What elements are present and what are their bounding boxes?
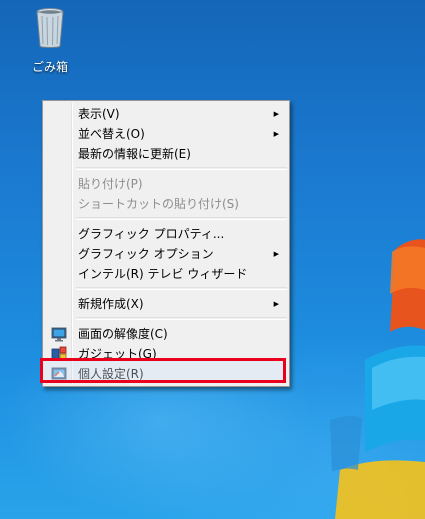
- menu-separator: [76, 217, 287, 220]
- menu-item-label: グラフィック プロパティ...: [78, 227, 225, 241]
- menu-separator: [76, 287, 287, 290]
- menu-item-label: 最新の情報に更新(E): [78, 147, 191, 161]
- menu-item-graphics-properties[interactable]: グラフィック プロパティ...: [45, 224, 287, 244]
- submenu-arrow-icon: ▶: [273, 130, 279, 138]
- menu-item-label: 並べ替え(O): [78, 127, 145, 141]
- display-resolution-icon: [51, 327, 67, 342]
- menu-item-sort-by[interactable]: 並べ替え(O) ▶: [45, 124, 287, 144]
- menu-item-graphics-options[interactable]: グラフィック オプション ▶: [45, 244, 287, 264]
- recycle-bin-shortcut[interactable]: ごみ箱: [20, 6, 80, 75]
- menu-item-new[interactable]: 新規作成(X) ▶: [45, 294, 287, 314]
- menu-item-label: 表示(V): [78, 107, 120, 121]
- highlight-annotation-box: [40, 358, 286, 383]
- menu-item-label: 貼り付け(P): [78, 177, 143, 191]
- menu-item-paste: 貼り付け(P): [45, 174, 287, 194]
- menu-item-paste-shortcut: ショートカットの貼り付け(S): [45, 194, 287, 214]
- menu-item-view[interactable]: 表示(V) ▶: [45, 104, 287, 124]
- menu-item-label: インテル(R) テレビ ウィザード: [78, 267, 248, 281]
- menu-separator: [76, 317, 287, 320]
- menu-separator: [76, 167, 287, 170]
- menu-item-label: グラフィック オプション: [78, 247, 214, 261]
- menu-item-label: 画面の解像度(C): [78, 327, 168, 341]
- menu-item-tv-wizard[interactable]: インテル(R) テレビ ウィザード: [45, 264, 287, 284]
- menu-item-refresh[interactable]: 最新の情報に更新(E): [45, 144, 287, 164]
- menu-item-label: ショートカットの貼り付け(S): [78, 197, 239, 211]
- recycle-bin-icon: [36, 8, 64, 48]
- menu-item-screen-resolution[interactable]: 画面の解像度(C): [45, 324, 287, 344]
- submenu-arrow-icon: ▶: [273, 110, 279, 118]
- recycle-bin-label: ごみ箱: [31, 60, 68, 74]
- desktop-context-menu: 表示(V) ▶ 並べ替え(O) ▶ 最新の情報に更新(E) 貼り付け(P) ショ…: [42, 100, 290, 387]
- menu-item-label: 新規作成(X): [78, 297, 144, 311]
- submenu-arrow-icon: ▶: [273, 300, 279, 308]
- submenu-arrow-icon: ▶: [273, 250, 279, 258]
